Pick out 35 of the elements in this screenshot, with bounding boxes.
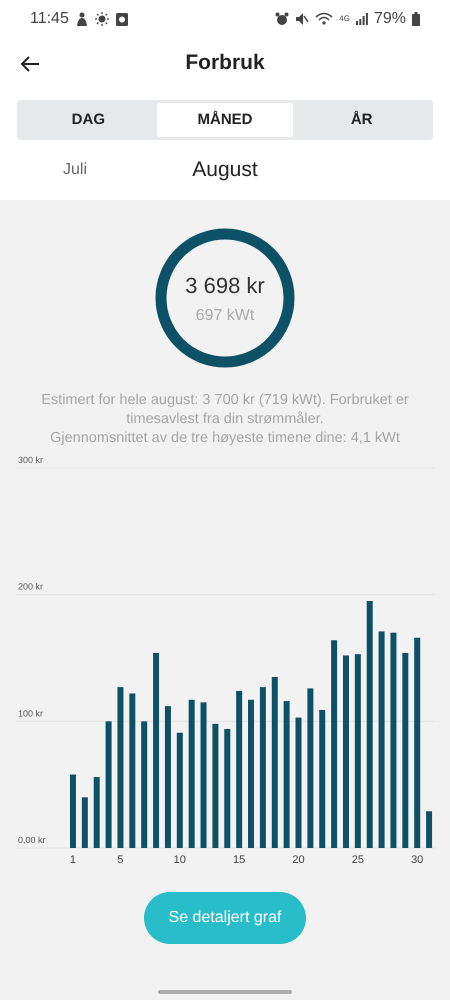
person-icon xyxy=(76,12,88,26)
y-axis-label: 100 kr xyxy=(18,708,44,718)
x-axis-label: 20 xyxy=(292,854,305,866)
info-text: Estimert for hele august: 3 700 kr (719 kWt). Forbruket er timesavlest fra din strømmåler. Gjennomsnittet av de tre høyeste timene dine: 4,1 kWt xyxy=(40,391,410,448)
total-amount: 3 698 kr xyxy=(185,272,265,300)
alarm-icon xyxy=(275,12,290,26)
period-tab[interactable]: MÅNED xyxy=(156,103,294,137)
total-energy: 697 kWt xyxy=(196,306,254,326)
month-tab[interactable]: Juli xyxy=(0,158,150,182)
page-title: Forbruk xyxy=(185,50,265,76)
wifi-icon xyxy=(315,12,334,26)
x-axis-label: 1 xyxy=(70,854,76,866)
back-arrow-icon xyxy=(20,55,40,73)
y-axis-label: 0,00 kr xyxy=(18,835,46,845)
chart-bar xyxy=(94,777,100,848)
month-tab[interactable]: August xyxy=(150,154,300,186)
x-axis-label: 10 xyxy=(174,854,186,866)
battery-icon xyxy=(412,12,420,26)
period-tab[interactable]: ÅR xyxy=(293,103,430,137)
network-label: 4G xyxy=(339,15,350,23)
x-axis-label: 25 xyxy=(352,854,364,866)
signal-icon xyxy=(356,13,368,25)
chart-bar xyxy=(82,797,88,848)
x-axis-label: 30 xyxy=(411,854,424,866)
period-tab[interactable]: DAG xyxy=(20,103,157,137)
x-axis-label: 5 xyxy=(117,854,124,866)
sun-icon xyxy=(94,12,109,26)
battery-percent: 79% xyxy=(374,9,406,29)
y-axis-label: 200 kr xyxy=(18,582,44,592)
chart-bar xyxy=(426,811,432,848)
x-axis-label: 15 xyxy=(233,854,246,866)
mute-icon xyxy=(295,12,310,26)
y-axis-label: 300 kr xyxy=(18,455,44,465)
status-time: 11:45 xyxy=(30,9,69,29)
app-icon xyxy=(116,12,128,26)
